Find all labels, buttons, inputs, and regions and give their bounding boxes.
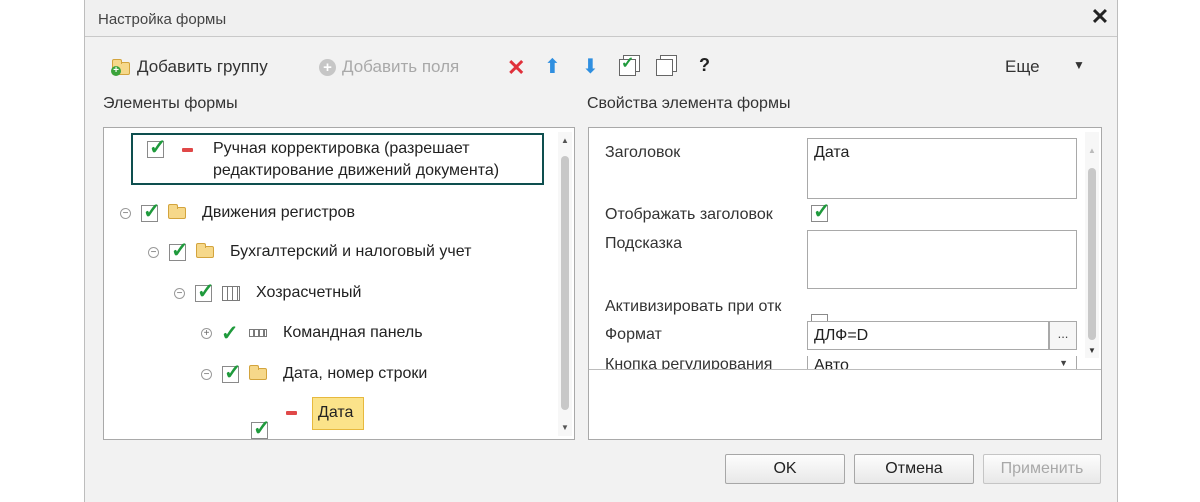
- command-panel-icon: [249, 329, 267, 337]
- elements-tree-panel: ✓ Ручная корректировка (разрешает редакт…: [103, 127, 575, 440]
- scrollbar-thumb[interactable]: [561, 156, 569, 410]
- close-icon[interactable]: ✕: [1089, 6, 1111, 28]
- cancel-button[interactable]: Отмена: [854, 454, 974, 484]
- date-checkbox[interactable]: ✓: [251, 417, 271, 440]
- tree-item-register-movements[interactable]: − ✓ Движения регистров: [120, 198, 355, 228]
- format-label: Формат: [605, 326, 662, 343]
- accounting-label: Бухгалтерский и налоговый учет: [230, 243, 472, 260]
- add-group-label: Добавить группу: [137, 57, 268, 76]
- date-row-number-label: Дата, номер строки: [283, 365, 428, 382]
- command-panel-label: Командная панель: [283, 324, 423, 341]
- check-all-icon[interactable]: ✓: [619, 55, 640, 76]
- hint-input[interactable]: [807, 230, 1077, 289]
- dropdown-arrow-icon[interactable]: ▼: [1059, 358, 1068, 368]
- format-input[interactable]: ДЛФ=D: [807, 321, 1049, 350]
- title-property-label: Заголовок: [605, 144, 681, 161]
- elements-section-title: Элементы формы: [103, 95, 238, 112]
- scroll-down-icon[interactable]: ▼: [561, 423, 569, 432]
- more-menu-label[interactable]: Еще: [1005, 57, 1040, 77]
- accounting-checkbox[interactable]: ✓: [169, 239, 189, 262]
- window-title: Настройка формы: [98, 11, 227, 28]
- apply-button[interactable]: Применить: [983, 454, 1101, 484]
- collapse-icon[interactable]: −: [201, 368, 212, 380]
- tree-item-accounting[interactable]: − ✓ Бухгалтерский и налоговый учет: [148, 237, 471, 267]
- move-up-icon[interactable]: ⬆: [544, 54, 561, 79]
- form-settings-dialog: Настройка формы ✕ + Добавить группу + До…: [84, 0, 1118, 502]
- add-group-button[interactable]: + Добавить группу: [111, 56, 268, 78]
- show-title-label: Отображать заголовок: [605, 206, 773, 223]
- collapse-icon[interactable]: −: [174, 287, 185, 299]
- tree-item-date-selected[interactable]: Дата: [312, 397, 364, 430]
- manual-correction-label-line2: редактирование движений документа): [213, 162, 500, 179]
- scrollbar-thumb[interactable]: [1088, 168, 1096, 340]
- folder-icon: [168, 204, 186, 219]
- properties-section-title: Свойства элемента формы: [587, 95, 791, 112]
- field-minus-icon: [286, 411, 297, 415]
- folder-icon: [196, 243, 214, 258]
- scroll-up-icon[interactable]: ▲: [561, 136, 569, 145]
- date-label: Дата: [318, 404, 354, 421]
- properties-panel: Заголовок Дата Отображать заголовок ✓ По…: [588, 127, 1102, 440]
- khozraschetny-checkbox[interactable]: ✓: [195, 280, 215, 303]
- uncheck-all-icon[interactable]: [656, 55, 677, 76]
- properties-scrollbar[interactable]: ▲ ▼: [1085, 132, 1099, 358]
- adjust-button-value: Авто: [814, 357, 849, 369]
- collapse-icon[interactable]: −: [120, 207, 131, 219]
- manual-correction-label-line1: Ручная корректировка (разрешает: [213, 140, 470, 157]
- add-fields-label: Добавить поля: [342, 57, 460, 76]
- more-menu-arrow-icon[interactable]: ▼: [1073, 58, 1085, 72]
- show-title-checkbox[interactable]: ✓: [811, 200, 831, 223]
- add-fields-button[interactable]: + Добавить поля: [319, 56, 459, 78]
- adjust-button-row: Кнопка регулирования Авто ▼: [589, 356, 1079, 369]
- scroll-up-icon[interactable]: ▲: [1088, 146, 1096, 155]
- command-panel-check-icon[interactable]: ✓: [221, 321, 239, 346]
- field-minus-icon: [182, 148, 193, 152]
- activate-label: Активизировать при отк: [605, 298, 782, 315]
- hint-label: Подсказка: [605, 235, 683, 252]
- properties-divider: [589, 369, 1101, 370]
- collapse-icon[interactable]: −: [148, 246, 159, 258]
- add-circle-icon: +: [319, 58, 336, 76]
- register-movements-checkbox[interactable]: ✓: [141, 200, 161, 223]
- tree-scrollbar[interactable]: ▲ ▼: [558, 132, 572, 436]
- khozraschetny-label: Хозрасчетный: [256, 284, 362, 301]
- add-group-icon: +: [111, 59, 131, 76]
- date-row-number-checkbox[interactable]: ✓: [222, 361, 242, 384]
- table-icon: [222, 285, 240, 301]
- manual-correction-checkbox[interactable]: ✓: [147, 136, 167, 159]
- adjust-button-select[interactable]: Авто ▼: [807, 356, 1077, 369]
- tree-item-date-row-number[interactable]: − ✓ Дата, номер строки: [201, 359, 427, 389]
- help-button[interactable]: ?: [699, 55, 710, 76]
- register-movements-label: Движения регистров: [202, 204, 355, 221]
- ok-button[interactable]: OK: [725, 454, 845, 484]
- format-ellipsis-button[interactable]: ...: [1049, 321, 1077, 350]
- tree-item-command-panel[interactable]: + ✓ Командная панель: [201, 318, 423, 348]
- title-input[interactable]: Дата: [807, 138, 1077, 199]
- move-down-icon[interactable]: ⬇: [582, 54, 599, 79]
- scroll-down-icon[interactable]: ▼: [1088, 346, 1096, 355]
- delete-icon[interactable]: ✕: [507, 55, 525, 81]
- title-bar: Настройка формы ✕: [85, 0, 1117, 37]
- tree-item-khozraschetny[interactable]: − ✓ Хозрасчетный: [174, 278, 361, 308]
- expand-icon[interactable]: +: [201, 327, 212, 339]
- adjust-button-label: Кнопка регулирования: [605, 356, 773, 369]
- folder-icon: [249, 365, 267, 380]
